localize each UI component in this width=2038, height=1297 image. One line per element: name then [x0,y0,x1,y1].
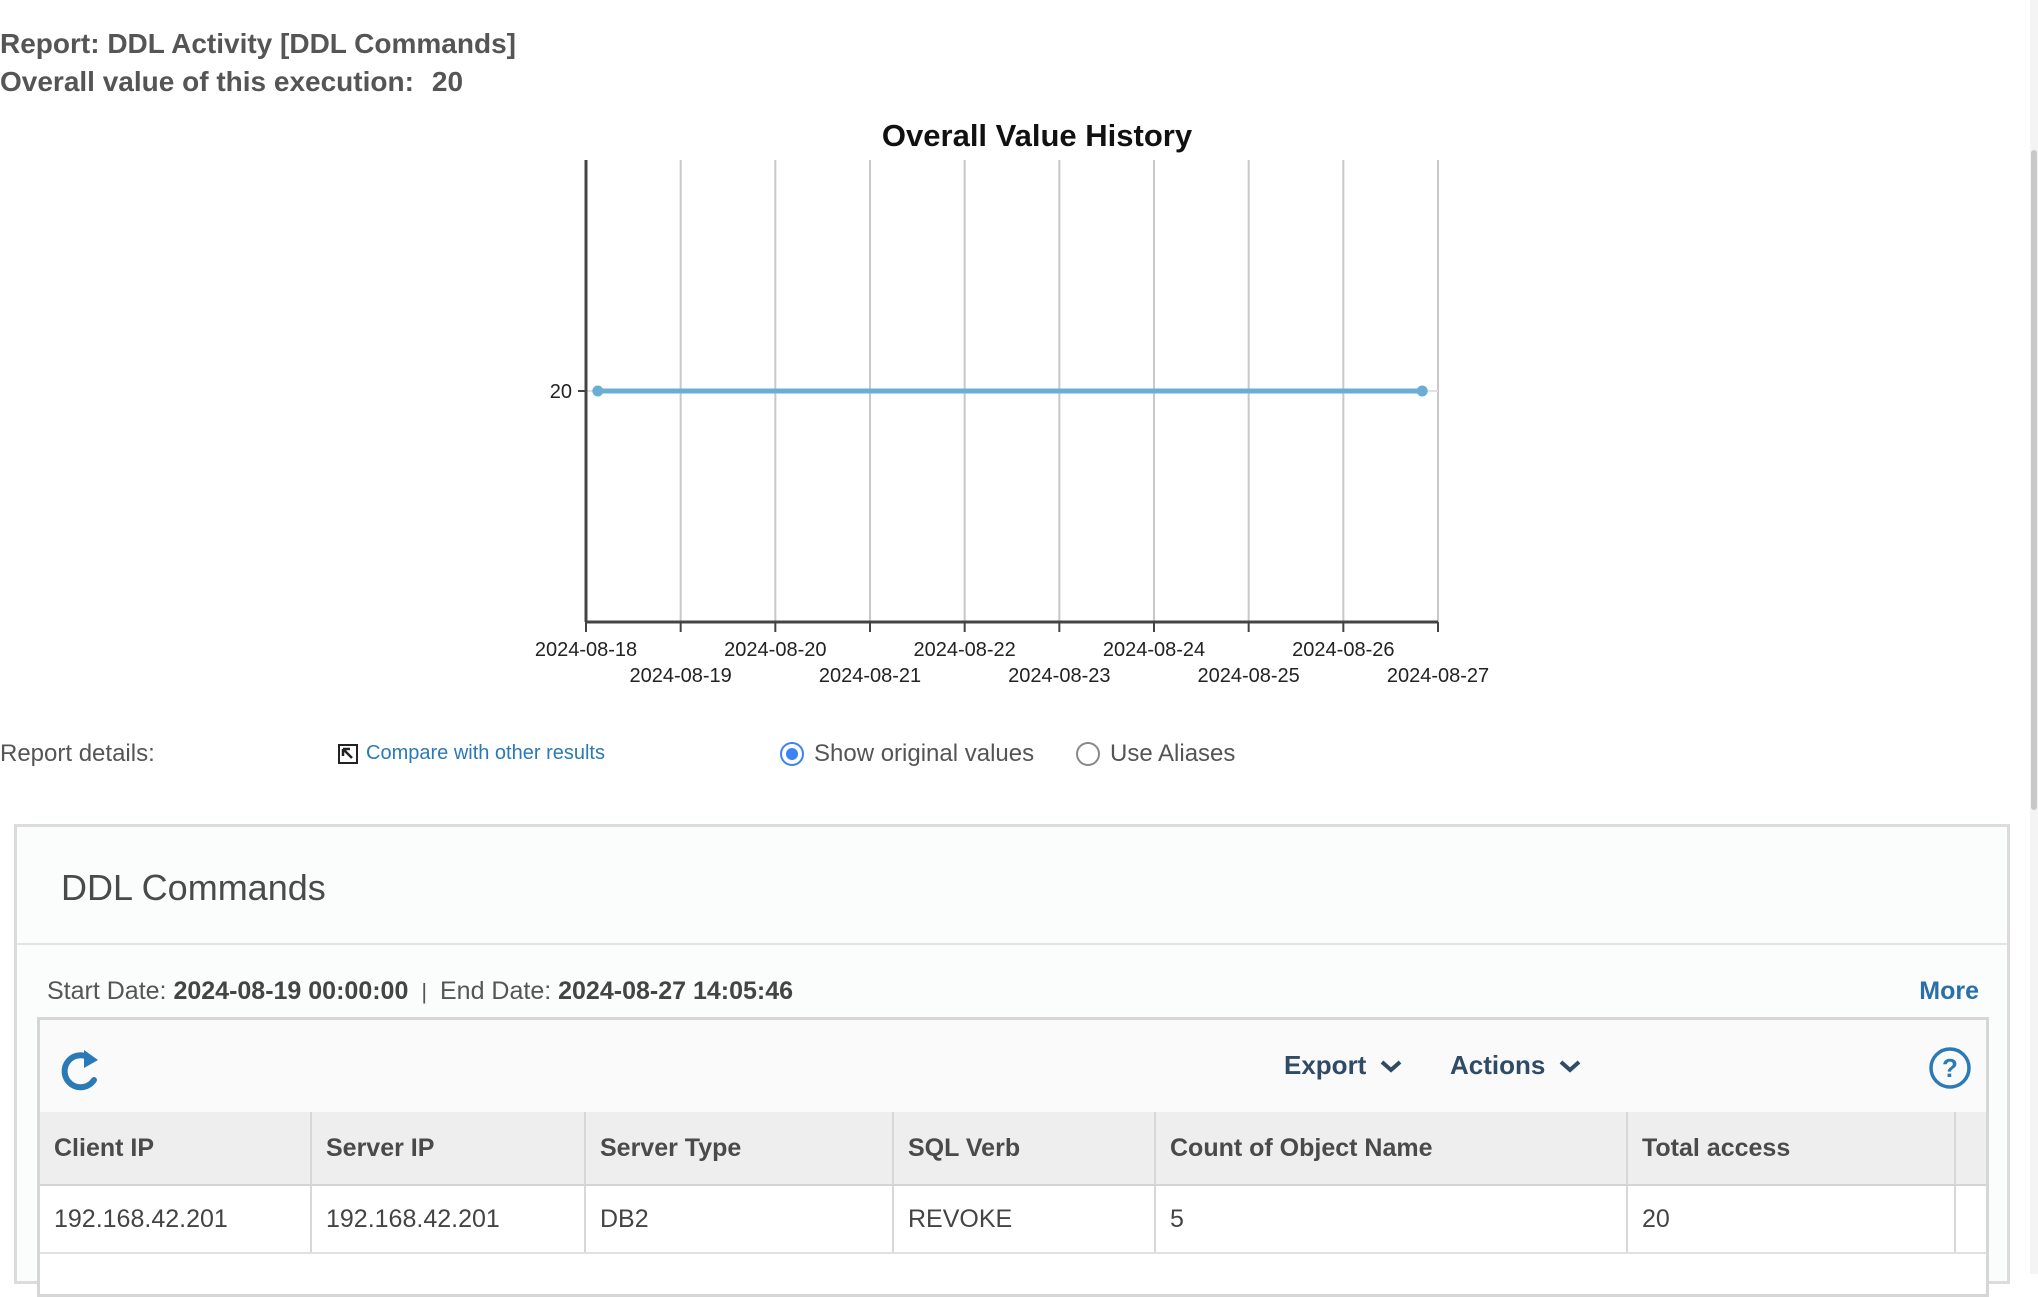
x-tick-label: 2024-08-20 [724,639,826,661]
more-link[interactable]: More [1919,977,1979,1006]
report-details-row: Report details: Compare with other resul… [0,740,1400,770]
scrollbar-thumb[interactable] [2031,150,2037,810]
panel-header: DDL Commands [17,827,2007,945]
actions-label: Actions [1450,1050,1546,1080]
show-original-values-label: Show original values [814,740,1035,767]
panel-title: DDL Commands [61,867,326,908]
overall-value-history-chart: Overall Value History 2024-08-18 2024-08-1… [535,118,1489,687]
compare-results-link[interactable]: Compare with other results [338,742,605,765]
x-tick-label: 2024-08-22 [914,639,1016,661]
ddl-commands-panel: DDL Commands Start Date: 2024-08-19 00:0… [14,824,2010,1297]
cell-client-ip: 192.168.42.201 [40,1186,312,1252]
start-date-label: Start Date: [47,977,167,1005]
chevron-down-icon [1560,1060,1581,1073]
cell-server-type: DB2 [586,1186,894,1252]
column-header-server-ip[interactable]: Server IP [312,1112,586,1184]
page-scrollbar[interactable] [2030,0,2038,1274]
report-title: Report: DDL Activity [DDL Commands] [0,28,516,59]
column-header-total-access[interactable]: Total access [1628,1112,1956,1184]
chart-title: Overall Value History [882,118,1193,153]
date-separator: | [421,979,428,1004]
results-grid: Export Actions ? Client IP Server IP Ser… [37,1017,1989,1297]
x-tick-label: 2024-08-26 [1292,639,1394,661]
report-details-label: Report details: [0,740,155,767]
use-aliases-label: Use Aliases [1110,740,1236,767]
help-icon[interactable]: ? [1928,1046,1972,1090]
cell-server-ip: 192.168.42.201 [312,1186,586,1252]
x-tick-label: 2024-08-24 [1103,639,1205,661]
column-header-client-ip[interactable]: Client IP [40,1112,312,1184]
table-header-row: Client IP Server IP Server Type SQL Verb… [40,1112,1986,1186]
column-header-server-type[interactable]: Server Type [586,1112,894,1184]
use-aliases-radio[interactable]: Use Aliases [1076,740,1235,768]
column-header-count-of-object-name[interactable]: Count of Object Name [1156,1112,1628,1184]
radio-unchecked-icon [1076,742,1100,766]
x-tick-label: 2024-08-25 [1198,665,1300,687]
svg-text:?: ? [1942,1053,1958,1083]
actions-menu[interactable]: Actions [1450,1050,1583,1081]
x-tick-label: 2024-08-21 [819,665,921,687]
x-tick-label: 2024-08-19 [630,665,732,687]
x-tick-label: 2024-08-27 [1387,665,1489,687]
compare-results-label: Compare with other results [366,742,605,764]
end-date-value: 2024-08-27 14:05:46 [558,977,794,1005]
export-menu[interactable]: Export [1284,1050,1404,1081]
export-label: Export [1284,1050,1367,1080]
overall-value-line: Overall value of this execution: 20 [0,66,463,98]
cell-count-of-object-name: 5 [1156,1186,1628,1252]
date-range: Start Date: 2024-08-19 00:00:00 | End Da… [47,977,793,1006]
cell-sql-verb: REVOKE [894,1186,1156,1252]
start-date-value: 2024-08-19 00:00:00 [173,977,409,1005]
show-original-values-radio[interactable]: Show original values [780,740,1034,768]
data-point [1416,385,1428,397]
table-row[interactable]: 192.168.42.201 192.168.42.201 DB2 REVOKE… [40,1186,1986,1254]
cell-total-access: 20 [1628,1186,1956,1252]
data-point [592,385,604,397]
overall-value: 20 [431,66,464,97]
end-date-label: End Date: [439,977,552,1005]
overall-value-label: Overall value of this execution: [0,66,414,97]
column-header-sql-verb[interactable]: SQL Verb [894,1112,1156,1184]
refresh-icon[interactable] [58,1046,102,1094]
radio-checked-icon [780,742,804,766]
y-tick-label: 20 [550,381,572,403]
grid-toolbar: Export Actions ? [40,1020,1986,1114]
x-tick-label: 2024-08-23 [1008,665,1110,687]
x-tick-label: 2024-08-18 [535,639,637,661]
compare-arrow-icon [338,743,358,764]
chevron-down-icon [1381,1060,1402,1073]
